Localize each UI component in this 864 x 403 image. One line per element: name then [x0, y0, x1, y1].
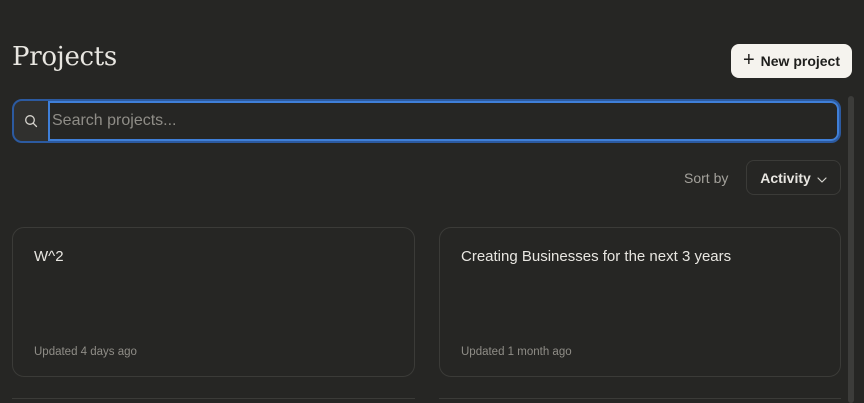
- plus-icon: +: [742, 49, 755, 71]
- sort-selected-value: Activity: [760, 169, 811, 186]
- project-card-title: Creating Businesses for the next 3 years: [461, 248, 732, 265]
- project-card[interactable]: Creating Businesses for the next 3 years…: [439, 227, 841, 377]
- search-bar: [12, 99, 841, 143]
- scrollbar[interactable]: [848, 96, 854, 403]
- project-card-updated: Updated 1 month ago: [461, 346, 572, 358]
- project-card-updated: Updated 4 days ago: [34, 346, 137, 358]
- sort-label: Sort by: [684, 170, 729, 186]
- project-card-partial[interactable]: [439, 398, 841, 403]
- project-card[interactable]: W^2 Updated 4 days ago: [12, 227, 415, 377]
- projects-page: Projects + New project Sort by Activity …: [0, 0, 864, 403]
- new-project-button[interactable]: + New project: [731, 44, 852, 78]
- chevron-down-icon: [817, 170, 827, 186]
- search-input[interactable]: [48, 101, 839, 141]
- project-card-partial[interactable]: [12, 398, 415, 403]
- sort-dropdown[interactable]: Activity: [746, 160, 841, 195]
- search-icon: [14, 101, 48, 141]
- page-title: Projects: [12, 42, 117, 72]
- project-card-title: W^2: [34, 248, 64, 265]
- new-project-label: New project: [760, 53, 841, 69]
